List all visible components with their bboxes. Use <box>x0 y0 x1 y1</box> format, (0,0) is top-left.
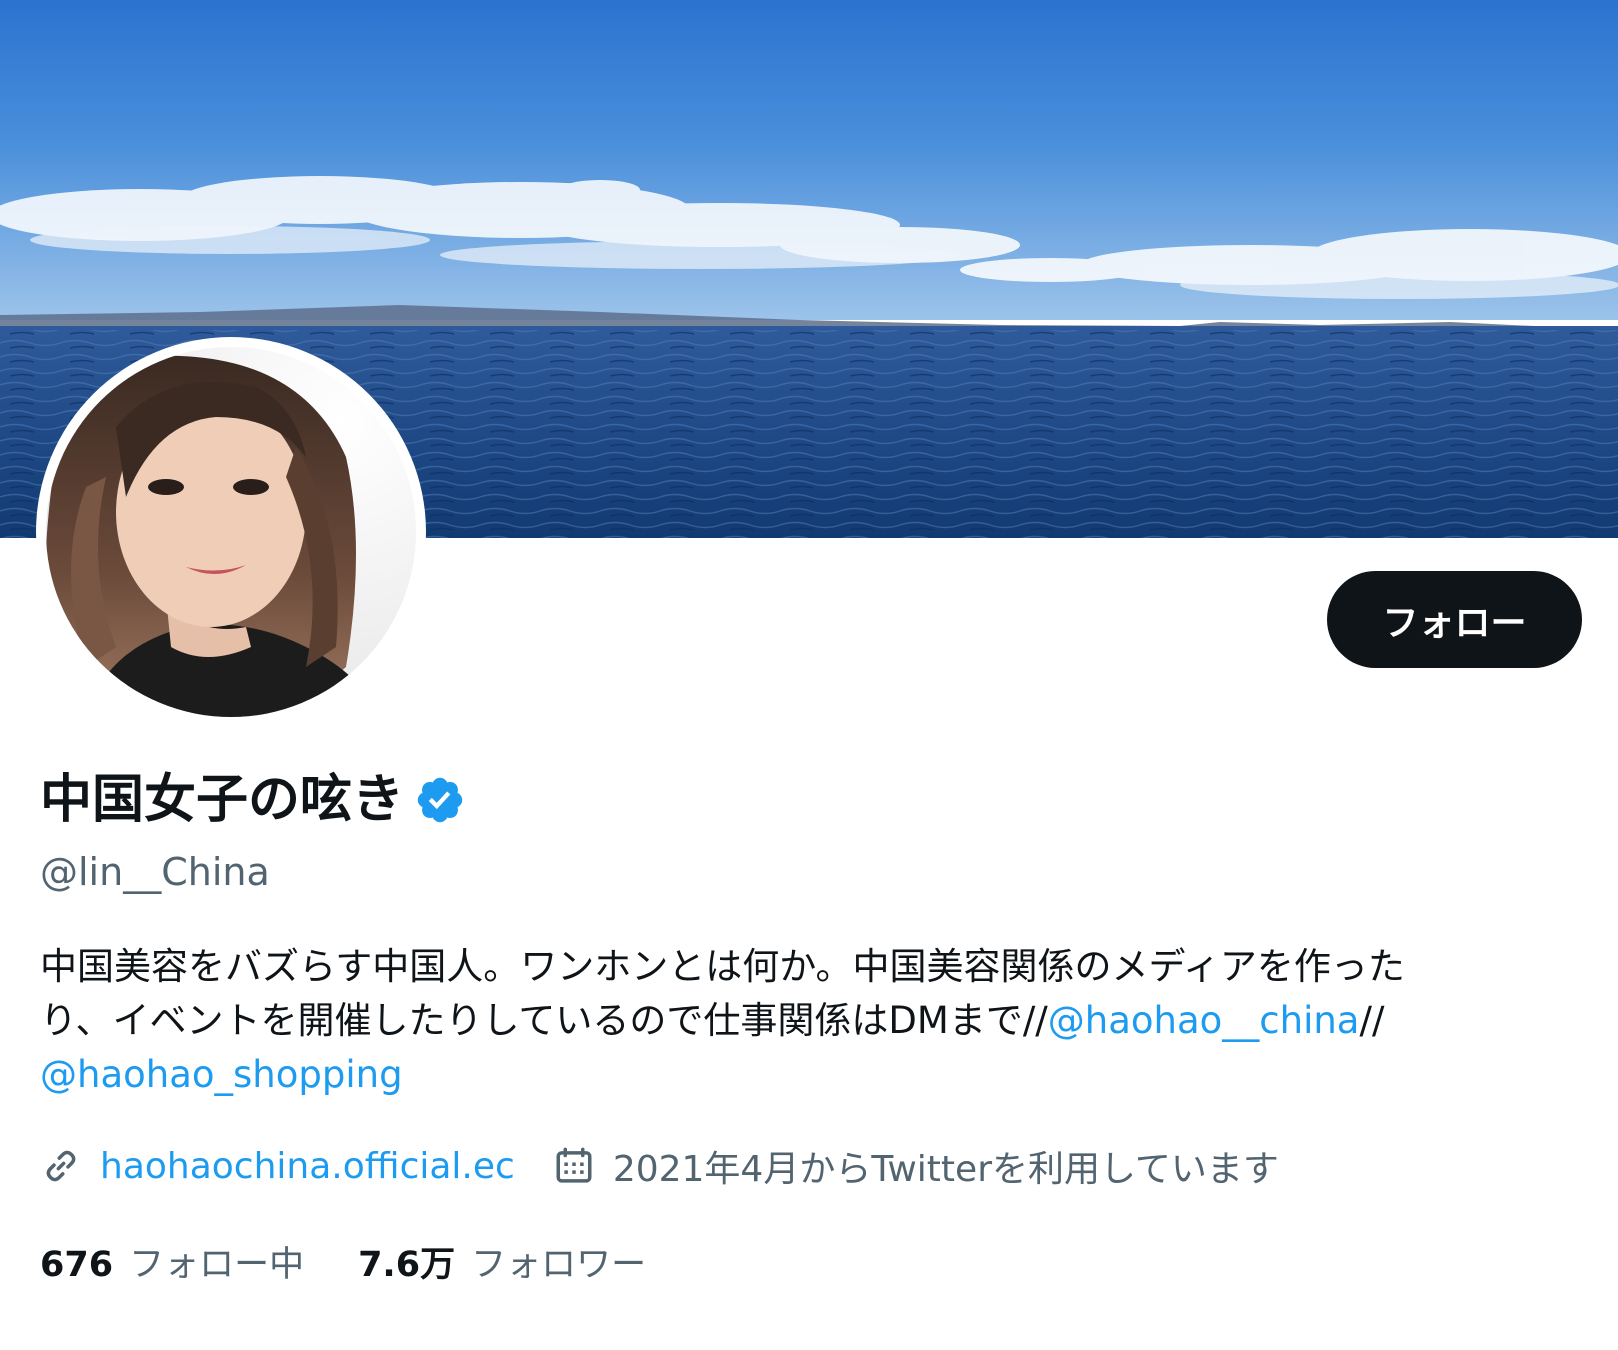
following-link[interactable]: 676 フォロー中 <box>40 1236 304 1287</box>
joined-item: 2021年4月からTwitterを利用しています <box>553 1140 1279 1192</box>
following-label: フォロー中 <box>129 1244 305 1285</box>
display-name: 中国女子の呟き <box>40 770 405 830</box>
profile-meta: haohaochina.official.ec 2021年4月からTwitter… <box>40 1140 1317 1192</box>
profile-stats: 676 フォロー中 7.6万 フォロワー <box>40 1236 700 1286</box>
bio-mention-haohao-shopping[interactable]: @haohao_shopping <box>40 1053 403 1096</box>
link-icon <box>40 1145 82 1187</box>
website-link[interactable]: haohaochina.official.ec <box>100 1146 515 1187</box>
joined-date: 2021年4月からTwitterを利用しています <box>612 1149 1279 1190</box>
verified-badge-icon[interactable] <box>414 774 466 826</box>
bio-separator: // <box>1359 999 1385 1042</box>
bio-text-line2: り、イベントを開催したりしているので仕事関係はDMまで// <box>40 999 1048 1042</box>
followers-link[interactable]: 7.6万 フォロワー <box>358 1236 646 1287</box>
bio-mention-haohao-china[interactable]: @haohao__china <box>1048 999 1360 1042</box>
avatar[interactable] <box>46 347 416 717</box>
followers-label: フォロワー <box>471 1244 647 1285</box>
avatar-frame[interactable] <box>36 337 426 727</box>
bio-text-line1: 中国美容をバズらす中国人。ワンホンとは何か。中国美容関係のメディアを作った <box>40 945 1405 988</box>
profile-handle: @lin__China <box>40 850 270 894</box>
profile-name-row: 中国女子の呟き <box>40 770 466 830</box>
profile-bio: 中国美容をバズらす中国人。ワンホンとは何か。中国美容関係のメディアを作った り、… <box>40 940 1580 1102</box>
following-count: 676 <box>40 1244 114 1285</box>
follow-button[interactable]: フォロー <box>1327 571 1582 668</box>
calendar-icon <box>553 1145 595 1187</box>
avatar-image <box>46 347 416 717</box>
website-item: haohaochina.official.ec <box>40 1145 515 1187</box>
followers-count: 7.6万 <box>358 1244 456 1285</box>
